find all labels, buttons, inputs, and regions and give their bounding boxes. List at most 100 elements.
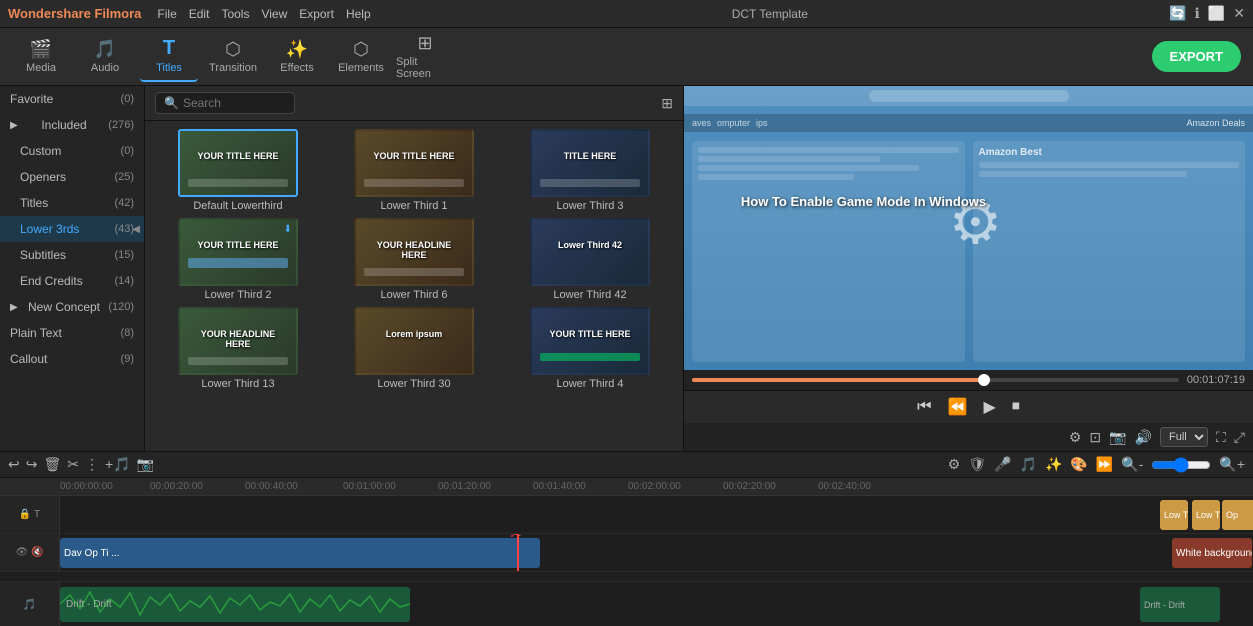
undo-button[interactable]: ↩ [8,456,20,473]
delete-button[interactable]: 🗑 [43,456,61,473]
list-item[interactable]: TITLE HERE Lower Third 3 [505,129,675,212]
sidebar-item-openers[interactable]: Openers (25) [0,164,144,190]
zoom-in-tl[interactable]: 🔍+ [1219,456,1245,473]
music-icon[interactable]: 🎵 [1020,456,1037,473]
sidebar-item-end-credits[interactable]: End Credits (14) [0,268,144,294]
effects-tl-icon[interactable]: ✨ [1045,456,1062,473]
list-item[interactable]: YOUR TITLE HERE Lower Third 1 [329,129,499,212]
sidebar-item-custom[interactable]: Custom (0) [0,138,144,164]
thumbnail-lower-third-3[interactable]: TITLE HERE [530,129,650,197]
thumbnail-lower-third-42[interactable]: Lower Third 42 [530,218,650,286]
export-button[interactable]: EXPORT [1152,41,1241,72]
menu-view[interactable]: View [261,7,287,21]
menu-file[interactable]: File [157,7,176,21]
quality-select[interactable]: Full 1/2 1/4 [1160,427,1208,447]
menu-export[interactable]: Export [299,7,334,21]
tool-audio-label: Audio [91,62,119,74]
shield-icon[interactable]: 🛡 [968,456,986,473]
tool-media[interactable]: 🎬 Media [12,32,70,82]
new-concept-count: (120) [108,301,134,313]
snapshot-icon[interactable]: 📷 [1109,429,1126,446]
sidebar-item-titles[interactable]: Titles (42) [0,190,144,216]
split-button[interactable]: ⋮ [85,456,99,473]
mic-icon[interactable]: 🎤 [994,456,1011,473]
menu-edit[interactable]: Edit [189,7,210,21]
add-video-button[interactable]: 📷 [137,456,154,473]
thumbnail-lower-third-4[interactable]: YOUR TITLE HERE [530,307,650,375]
redo-button[interactable]: ↪ [26,456,38,473]
search-input[interactable] [183,96,283,110]
sidebar-item-subtitles[interactable]: Subtitles (15) [0,242,144,268]
frame-back-button[interactable]: ⏪ [948,397,968,417]
play-button[interactable]: ▶ [984,397,996,417]
preview-area: aves omputer ips Amazon Deals ⚙ How To E… [684,86,1253,370]
volume-icon[interactable]: 🔊 [1135,429,1152,446]
zoom-out-tl[interactable]: 🔍- [1121,456,1143,473]
close-icon[interactable]: ✕ [1233,5,1245,22]
tool-elements[interactable]: ⬡ Elements [332,32,390,82]
thumbnail-lower-third-6[interactable]: YOUR HEADLINE HERE [354,218,474,286]
list-item[interactable]: YOUR TITLE HERE Default Lowerthird [153,129,323,212]
minimize-icon[interactable]: 🔄 [1169,5,1186,22]
tool-split-screen-label: Split Screen [396,56,454,80]
mock-browser-header [684,86,1253,106]
zoom-slider[interactable] [1151,457,1211,473]
track-clip[interactable]: Low T [1160,500,1188,530]
chevron-right-icon: ▶ [10,120,18,131]
tool-audio[interactable]: 🎵 Audio [76,32,134,82]
menu-tools[interactable]: Tools [221,7,249,21]
settings-icon[interactable]: ⚙ [1069,429,1082,446]
included-label: Included [41,118,86,132]
thumbnail-lower-third-1[interactable]: YOUR TITLE HERE [354,129,474,197]
sidebar-item-favorite[interactable]: Favorite (0) [0,86,144,112]
track-clip-main[interactable]: Dav Op Ti ... [60,538,540,568]
sidebar-item-included[interactable]: ▶ Included (276) [0,112,144,138]
progress-thumb[interactable] [978,374,990,386]
tool-transition[interactable]: ⬡ Transition [204,32,262,82]
download-icon[interactable]: ⬇ [284,224,292,235]
stop-button[interactable]: ⏹ [1012,398,1020,416]
expand-icon[interactable]: ⤢ [1234,429,1245,446]
add-track-button[interactable]: +🎵 [105,456,131,473]
playhead[interactable]: ✂ [517,534,519,571]
tool-split-screen[interactable]: ⊞ Split Screen [396,32,454,82]
sidebar-item-plain-text[interactable]: Plain Text (8) [0,320,144,346]
list-item[interactable]: Lower Third 42 Lower Third 42 [505,218,675,301]
sidebar-item-new-concept[interactable]: ▶ New Concept (120) [0,294,144,320]
tool-effects[interactable]: ✨ Effects [268,32,326,82]
thumbnail-lower-third-30[interactable]: Lorem ipsum [354,307,474,375]
list-item[interactable]: YOUR TITLE HERE Lower Third 4 [505,307,675,390]
crop-icon[interactable]: ⊡ [1089,429,1101,446]
transition-icon: ⬡ [225,39,241,60]
grid-view-button[interactable]: ⊞ [661,95,673,112]
list-item[interactable]: YOUR HEADLINE HERE Lower Third 6 [329,218,499,301]
track-clip-white[interactable]: White background [1172,538,1252,568]
track-content-v2[interactable]: Low T Low T Op [60,496,1253,533]
track-clip[interactable]: Low T [1192,500,1220,530]
search-box[interactable]: 🔍 [155,92,295,114]
thumbnail-lower-third-2[interactable]: YOUR TITLE HERE ⬇ [178,218,298,286]
list-item[interactable]: Lorem ipsum Lower Third 30 [329,307,499,390]
fullscreen-icon[interactable]: ⛶ [1216,429,1226,446]
track-clip[interactable]: Op [1222,500,1253,530]
speed-icon[interactable]: ⏩ [1096,456,1113,473]
color-icon[interactable]: 🎨 [1070,456,1087,473]
sidebar-item-callout[interactable]: Callout (9) [0,346,144,372]
collapse-arrow[interactable]: ◀ [132,224,140,235]
settings-tl-icon[interactable]: ⚙ [948,456,961,473]
audio-clip-2[interactable]: Drift - Drift [1140,587,1220,622]
sidebar-item-lower3rds[interactable]: Lower 3rds (43) ◀ [0,216,144,242]
skip-back-button[interactable]: ⏮ [917,398,931,416]
tool-titles[interactable]: T Titles [140,32,198,82]
list-item[interactable]: YOUR HEADLINE HERE Lower Third 13 [153,307,323,390]
audio-track-content[interactable]: Drift - Drift Drift - Drift [60,582,1253,626]
cut-button[interactable]: ✂ [67,456,79,473]
info-icon[interactable]: ℹ [1195,5,1200,22]
track-content-v1[interactable]: Dav Op Ti ... White background ✂ [60,534,1253,571]
progress-bar[interactable] [692,378,1179,382]
list-item[interactable]: YOUR TITLE HERE ⬇ Lower Third 2 [153,218,323,301]
menu-help[interactable]: Help [346,7,371,21]
thumbnail-default-lowerthird[interactable]: YOUR TITLE HERE [178,129,298,197]
maximize-icon[interactable]: ⬜ [1208,5,1225,22]
thumbnail-lower-third-13[interactable]: YOUR HEADLINE HERE [178,307,298,375]
